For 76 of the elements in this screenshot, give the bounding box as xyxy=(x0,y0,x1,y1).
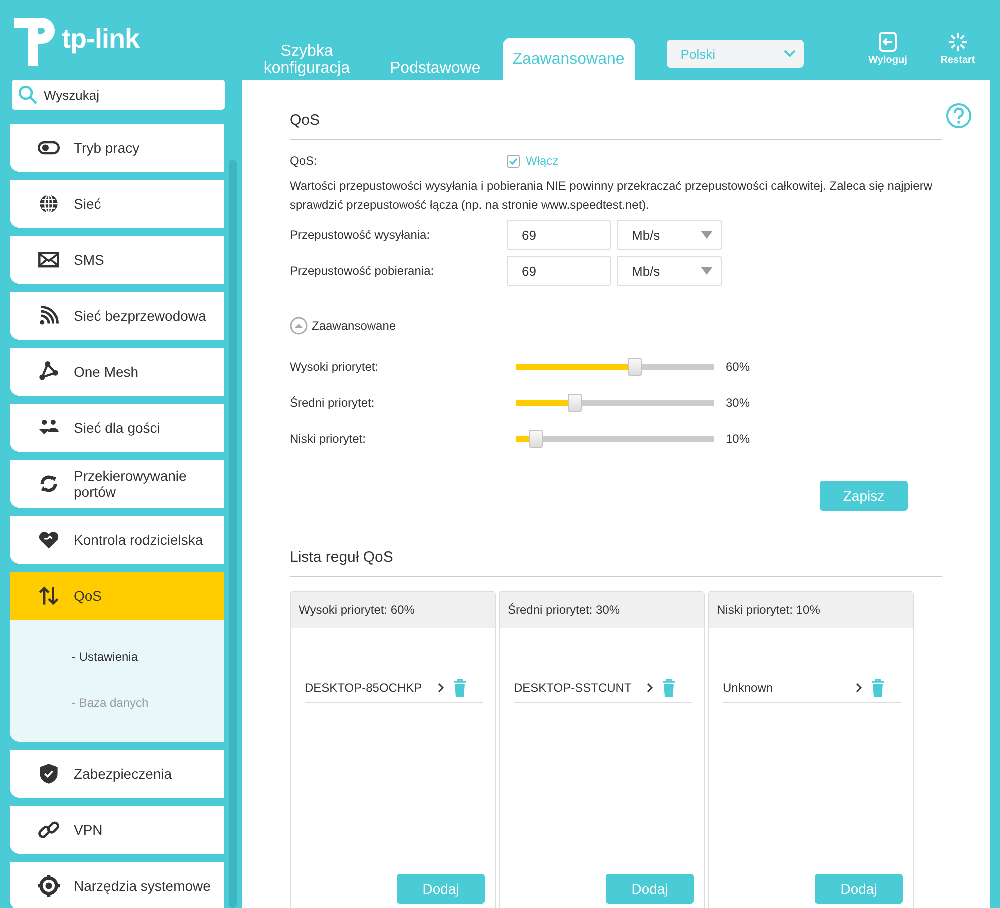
shield-icon xyxy=(38,763,60,785)
sidebar-item[interactable]: Narzędzia systemowe xyxy=(10,862,224,908)
priority-label: Średni priorytet: xyxy=(290,396,376,410)
slider-thumb[interactable] xyxy=(528,430,543,448)
priority-label: Wysoki priorytet: xyxy=(290,360,380,374)
sidebar-item[interactable]: Sieć bezprzewodowa xyxy=(10,292,224,340)
bandwidth-field[interactable]: 69 xyxy=(507,256,611,286)
slider-thumb[interactable] xyxy=(568,394,582,412)
sidebar-item[interactable]: Sieć dla gości xyxy=(10,404,224,452)
sidebar-item[interactable]: Zabezpieczenia xyxy=(10,750,224,798)
unit-dropdown[interactable]: Mb/s xyxy=(617,256,722,286)
chevron-icon xyxy=(784,50,796,58)
submenu-item[interactable]: - Ustawienia xyxy=(10,634,224,680)
sidebar-label: One Mesh xyxy=(74,364,139,380)
info-text: Wartości przepustowości wysyłania i pobierania NIE powinny przekraczać przepustowości całkowitej. Zaleca się najpierw sprawdzić przepustowość łącza (np. na stronie www.speedtest.net). xyxy=(290,178,934,214)
sidebar-item[interactable]: Kontrola rodzicielska xyxy=(10,516,224,564)
field-label: QoS: xyxy=(290,154,318,168)
slider-thumb[interactable] xyxy=(628,358,642,376)
chevron-icon[interactable] xyxy=(855,683,863,693)
nodes-icon xyxy=(38,361,60,383)
sidebar-label: Narzędzia systemowe xyxy=(74,878,211,894)
chevron-icon[interactable] xyxy=(646,683,654,693)
dropdown-arrow-icon xyxy=(701,231,713,239)
signal-icon xyxy=(38,305,60,327)
advanced-toggle[interactable]: Zaawansowane xyxy=(290,317,396,335)
device-name: DESKTOP-85OCHKP xyxy=(305,681,424,695)
gear-icon xyxy=(38,875,60,897)
bandwidth-field[interactable]: 69 xyxy=(507,220,611,250)
collapse-icon xyxy=(290,317,308,335)
sidebar-item[interactable]: Przekierowywanie portów xyxy=(10,460,224,508)
logo-text: tp-link xyxy=(62,24,140,55)
device-name: DESKTOP-SSTCUNT xyxy=(514,681,633,695)
card-header: Średni priorytet: 30% xyxy=(500,592,704,628)
sidebar-label: Tryb pracy xyxy=(74,140,140,156)
priority-value: 30% xyxy=(726,396,750,410)
sidebar-label: Zabezpieczenia xyxy=(74,766,172,782)
dropdown-arrow-icon xyxy=(701,267,713,275)
section-title: Lista reguł QoS xyxy=(290,539,942,577)
sidebar-item[interactable]: Tryb pracy xyxy=(10,124,224,172)
sidebar-label: Sieć bezprzewodowa xyxy=(74,308,206,324)
sidebar-item[interactable]: VPN xyxy=(10,806,224,854)
chevron-icon[interactable] xyxy=(437,683,445,693)
sidebar-item[interactable]: QoS xyxy=(10,572,224,620)
unit-dropdown[interactable]: Mb/s xyxy=(617,220,722,250)
link-icon xyxy=(38,819,60,841)
globe-icon xyxy=(38,193,60,215)
card-header: Niski priorytet: 10% xyxy=(709,592,913,628)
sidebar-label: Kontrola rodzicielska xyxy=(74,532,204,548)
sidebar-label: Sieć xyxy=(74,196,102,212)
section-title: QoS xyxy=(290,102,942,140)
sidebar-item[interactable]: Sieć xyxy=(10,180,224,228)
card-header: Wysoki priorytet: 60% xyxy=(291,592,495,628)
sidebar-item[interactable]: SMS xyxy=(10,236,224,284)
trash-icon[interactable] xyxy=(871,679,885,697)
priority-value: 10% xyxy=(726,432,750,446)
spinner-icon xyxy=(948,32,968,52)
field-label: Przepustowość pobierania: xyxy=(290,264,436,278)
refresh-icon xyxy=(38,473,60,495)
priority-label: Niski priorytet: xyxy=(290,432,368,446)
sidebar-label: QoS xyxy=(74,588,102,604)
search-field[interactable]: Wyszukaj xyxy=(12,80,225,110)
field-label: Przepustowość wysyłania: xyxy=(290,228,432,242)
arrows-icon xyxy=(38,585,60,607)
heart-icon xyxy=(38,529,60,551)
trash-icon[interactable] xyxy=(453,679,467,697)
help-icon[interactable] xyxy=(946,103,972,129)
priority-value: 60% xyxy=(726,360,750,374)
sidebar-label: Sieć dla gości xyxy=(74,420,160,436)
trash-icon[interactable] xyxy=(662,679,676,697)
device-name: Unknown xyxy=(723,681,774,695)
checkbox-icon xyxy=(507,154,520,168)
sidebar-label: SMS xyxy=(74,252,104,268)
exit-icon xyxy=(878,32,898,52)
sidebar-label: Przekierowywanie portów xyxy=(74,468,188,500)
sidebar-item[interactable]: One Mesh xyxy=(10,348,224,396)
sidebar-label: VPN xyxy=(74,822,103,838)
